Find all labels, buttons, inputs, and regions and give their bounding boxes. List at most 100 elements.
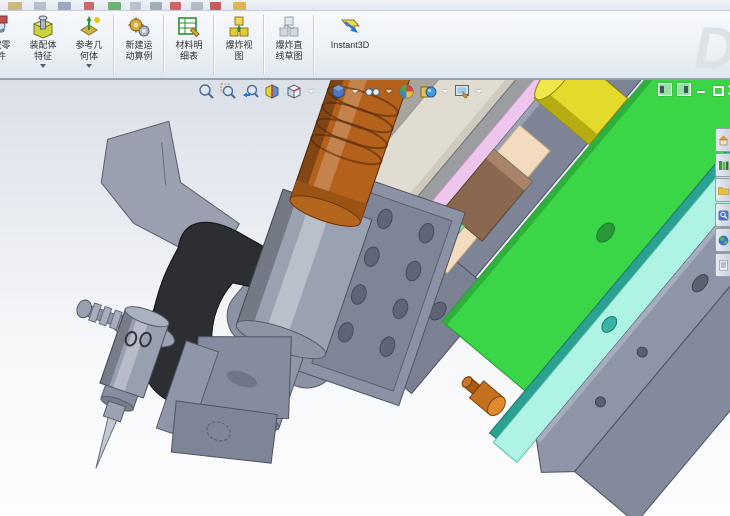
hide-show-items-icon	[364, 87, 380, 96]
toolbar-separator	[113, 15, 115, 74]
dropdown-arrow-icon[interactable]	[352, 89, 358, 93]
clipped-toolbar-icon	[8, 2, 22, 10]
solidworks-window: { "command_manager": { "buttons": [ {"id…	[0, 0, 730, 516]
button-label: 新建运	[125, 40, 153, 50]
instant3d-icon	[340, 19, 361, 33]
display-style-button[interactable]	[329, 82, 347, 100]
dropdown-arrow-icon[interactable]	[308, 89, 314, 93]
command-manager-toolbar: 隐藏零 部件 装配体 特征 参考几 何体	[0, 11, 730, 82]
exploded-view-icon	[229, 16, 249, 37]
clipped-toolbar-icon	[130, 2, 141, 10]
books-icon	[718, 160, 728, 170]
clipped-toolbar-icon	[58, 2, 71, 10]
button-label: 何体	[79, 51, 98, 61]
button-label: 图	[234, 51, 244, 61]
toolbar-separator	[213, 15, 215, 74]
button-label: 动算例	[125, 51, 153, 61]
folder-icon	[717, 186, 729, 195]
bill-of-materials-icon	[178, 17, 200, 38]
view-orientation-icon	[287, 83, 300, 99]
button-label: 爆炸直	[275, 40, 303, 50]
clipped-toolbar-icon	[210, 2, 221, 10]
dropdown-arrow-icon[interactable]	[476, 89, 482, 93]
dropdown-arrow-icon	[86, 64, 92, 68]
button-label: Instant3D	[330, 40, 370, 50]
exploded-view-button[interactable]: 爆炸视 图	[216, 11, 262, 78]
apply-scene-button[interactable]	[419, 82, 437, 100]
reference-geometry-icon	[80, 16, 100, 36]
tab-file-explorer[interactable]	[715, 178, 730, 202]
view-orientation-button[interactable]	[285, 82, 303, 100]
explode-line-sketch-icon	[279, 16, 299, 37]
button-label: 隐藏零	[0, 40, 11, 50]
section-view-button[interactable]	[263, 82, 281, 100]
restore-down-button[interactable]	[712, 84, 724, 96]
toolbar-separator	[263, 15, 265, 74]
instant3d-button[interactable]: Instant3D	[316, 11, 384, 78]
tab-view-palette[interactable]	[715, 228, 730, 252]
reference-geometry-button[interactable]: 参考几 何体	[66, 11, 112, 78]
tab-search[interactable]	[715, 203, 730, 227]
button-label: 爆炸视	[225, 40, 253, 50]
dispense-needle[interactable]	[91, 416, 118, 470]
clipped-toolbar-icon	[170, 2, 181, 10]
assembly-model[interactable]	[0, 80, 730, 516]
button-label: 部件	[0, 51, 6, 61]
tab-solidworks-resources[interactable]	[715, 128, 730, 152]
document-icon	[718, 259, 728, 271]
hide-components-icon	[0, 15, 8, 33]
zoom-to-fit-icon	[198, 83, 214, 99]
zoom-to-area-button[interactable]	[219, 82, 237, 100]
background-watermark: D	[694, 15, 730, 82]
section-view-icon	[265, 83, 278, 99]
edit-appearance-button[interactable]	[397, 82, 415, 100]
search-icon	[718, 210, 728, 220]
pane-toggle-left-button[interactable]	[658, 83, 672, 96]
explode-line-sketch-button[interactable]: 爆炸直 线草图	[266, 11, 312, 78]
document-window-controls	[658, 83, 730, 96]
button-label: 特征	[33, 51, 52, 61]
new-motion-study-icon	[128, 17, 150, 37]
fitting-copper[interactable]	[457, 371, 509, 419]
graphics-area[interactable]	[0, 80, 730, 516]
clipped-toolbar-icon	[34, 2, 46, 10]
clipped-toolbar-icon	[191, 2, 203, 10]
clipped-toolbar-icon	[84, 2, 94, 10]
dropdown-arrow-icon	[40, 64, 46, 68]
display-style-icon	[332, 83, 344, 99]
edit-appearance-icon	[399, 84, 413, 98]
zoom-to-area-icon	[220, 83, 236, 99]
previous-view-icon	[242, 84, 259, 98]
globe-icon	[718, 235, 728, 245]
assembly-features-icon	[32, 15, 54, 39]
pane-toggle-right-button[interactable]	[677, 83, 691, 96]
tab-custom-properties[interactable]	[715, 253, 730, 277]
previous-view-button[interactable]	[241, 82, 259, 100]
button-label: 参考几	[75, 40, 103, 50]
assembly-features-button[interactable]: 装配体 特征	[20, 11, 66, 78]
bill-of-materials-button[interactable]: 材料明 细表	[166, 11, 212, 78]
view-settings-button[interactable]	[453, 82, 471, 100]
button-label: 装配体	[29, 40, 57, 50]
dropdown-arrow-icon[interactable]	[442, 89, 448, 93]
button-label: 材料明	[175, 40, 203, 50]
clipped-toolbar-icon	[150, 2, 162, 10]
clipped-toolbar-icon	[108, 2, 121, 10]
heads-up-view-toolbar	[197, 82, 483, 100]
apply-scene-icon	[420, 86, 436, 97]
toolbar-separator	[313, 15, 315, 74]
hide-show-items-button[interactable]	[363, 82, 381, 100]
button-label: 线草图	[275, 51, 303, 61]
new-motion-study-button[interactable]: 新建运 动算例	[116, 11, 162, 78]
tab-design-library[interactable]	[715, 153, 730, 177]
clipped-toolbar-icon	[233, 2, 246, 10]
task-pane-tabs	[715, 128, 730, 277]
button-label: 细表	[179, 51, 198, 61]
dropdown-arrow-icon[interactable]	[386, 89, 392, 93]
minimize-button[interactable]	[696, 84, 707, 95]
toolbar-separator	[163, 15, 165, 74]
zoom-to-fit-button[interactable]	[197, 82, 215, 100]
hide-components-button[interactable]: 隐藏零 部件	[0, 11, 20, 78]
home-icon	[718, 135, 728, 145]
view-settings-icon	[454, 84, 469, 99]
